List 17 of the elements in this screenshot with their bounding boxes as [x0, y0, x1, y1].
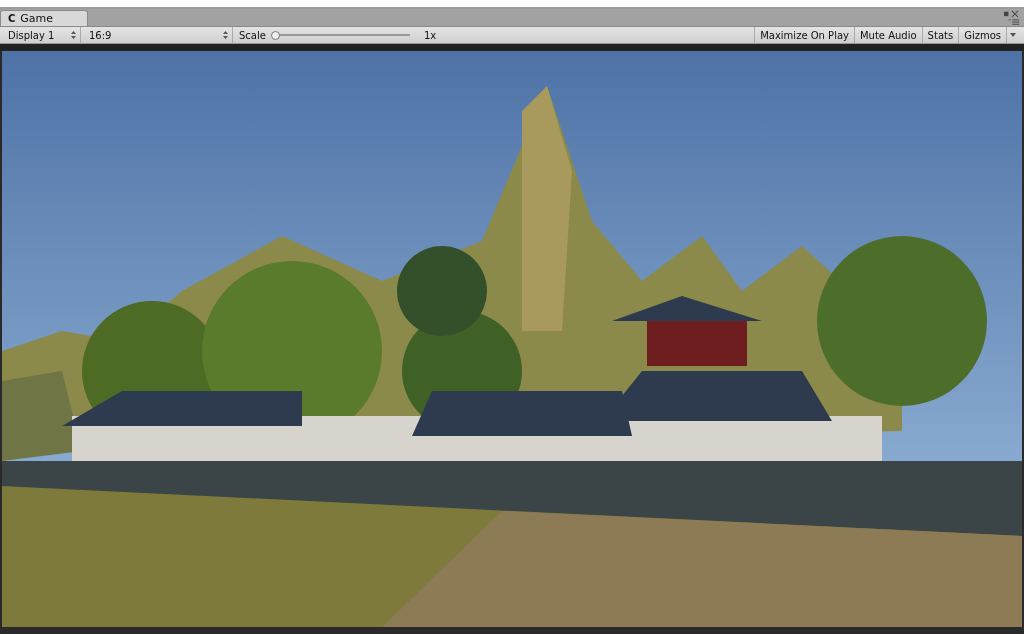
toolbar-button[interactable]: Stats — [921, 27, 959, 43]
scale-reading: 1x — [423, 29, 437, 41]
menu-icon[interactable] — [1008, 18, 1020, 25]
aspect-dropdown[interactable]: 16:9 — [81, 27, 233, 43]
toolbar-button[interactable]: Maximize On Play — [754, 27, 854, 43]
scale-label: Scale — [239, 29, 266, 41]
slider-thumb[interactable] — [270, 30, 280, 40]
tab-icon: C — [8, 13, 16, 24]
display-dropdown[interactable]: Display 1 — [0, 27, 81, 43]
updown-arrow-icon — [71, 31, 76, 39]
game-tab[interactable]: C Game — [0, 10, 88, 26]
toolbar-button[interactable]: Gizmos — [958, 27, 1006, 43]
caret-icon[interactable] — [1010, 33, 1016, 37]
window-controls-icon[interactable] — [1002, 10, 1020, 18]
scale-slider[interactable] — [271, 30, 410, 40]
updown-arrow-icon — [223, 31, 228, 39]
toolbar-button[interactable]: Mute Audio — [853, 27, 922, 43]
